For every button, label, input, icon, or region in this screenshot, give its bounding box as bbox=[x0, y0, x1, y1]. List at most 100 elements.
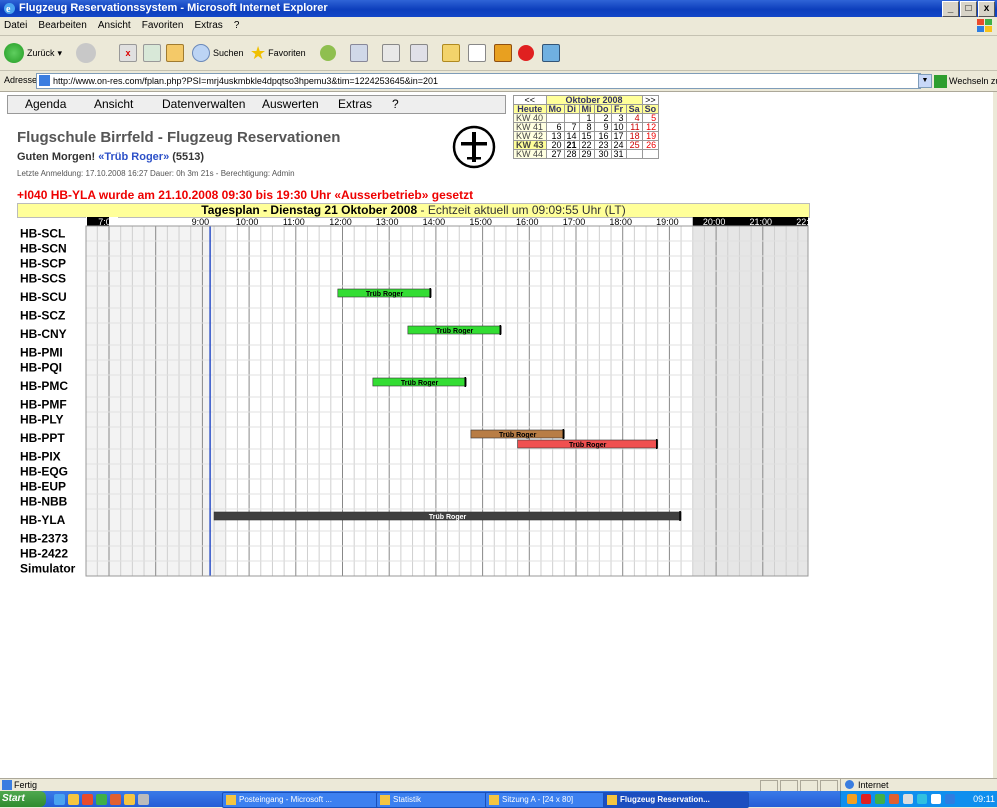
address-bar: Adresse http://www.on-res.com/fplan.php?… bbox=[0, 71, 997, 92]
aircraft-label[interactable]: HB-PPT bbox=[20, 431, 65, 445]
window-title: Flugzeug Reservationssystem - Microsoft … bbox=[19, 2, 328, 14]
task-label: Sitzung A - [24 x 80] bbox=[502, 795, 574, 804]
menu-datei[interactable]: Datei bbox=[0, 17, 31, 35]
quicklaunch-tool-icon[interactable] bbox=[110, 794, 121, 805]
quicklaunch-misc-icon[interactable] bbox=[138, 794, 149, 805]
aircraft-label[interactable]: HB-EQG bbox=[20, 465, 68, 479]
go-button[interactable]: Wechseln zu bbox=[934, 73, 997, 89]
tools-button[interactable] bbox=[542, 42, 560, 64]
go-label: Wechseln zu bbox=[949, 76, 997, 86]
back-button[interactable]: Zurück ▾ bbox=[4, 42, 62, 64]
aircraft-label[interactable]: HB-CNY bbox=[20, 327, 67, 341]
tray-icon[interactable] bbox=[847, 794, 857, 804]
search-label: Suchen bbox=[213, 48, 244, 58]
discuss-button[interactable] bbox=[494, 42, 512, 64]
page-icon bbox=[468, 44, 486, 62]
folder-icon bbox=[442, 44, 460, 62]
discuss-icon bbox=[494, 44, 512, 62]
browser-toolbar: Zurück ▾ x Suchen ★ Favoriten bbox=[0, 36, 997, 71]
aircraft-label[interactable]: HB-PMI bbox=[20, 346, 63, 360]
aircraft-label[interactable]: HB-SCL bbox=[20, 227, 65, 241]
aircraft-label[interactable]: HB-PQI bbox=[20, 361, 62, 375]
maximize-button[interactable]: □ bbox=[960, 1, 977, 17]
print-button[interactable] bbox=[382, 42, 400, 64]
favorites-button[interactable]: ★ Favoriten bbox=[250, 42, 306, 64]
window-titlebar[interactable]: e Flugzeug Reservationssystem - Microsof… bbox=[0, 0, 997, 17]
refresh-button[interactable] bbox=[143, 42, 161, 64]
menu-ansicht[interactable]: Ansicht bbox=[94, 17, 135, 35]
print-icon bbox=[382, 44, 400, 62]
task-sitzung[interactable]: Sitzung A - [24 x 80] bbox=[485, 792, 613, 808]
messenger-button[interactable] bbox=[518, 42, 534, 64]
menu-favoriten[interactable]: Favoriten bbox=[138, 17, 188, 35]
aircraft-label[interactable]: HB-2422 bbox=[20, 547, 68, 561]
mail-button[interactable] bbox=[350, 42, 368, 64]
back-arrow-icon bbox=[4, 43, 24, 63]
forward-arrow-icon bbox=[76, 43, 96, 63]
task-label: Flugzeug Reservation... bbox=[620, 795, 710, 804]
page-button[interactable] bbox=[468, 42, 486, 64]
aircraft-label[interactable]: HB-EUP bbox=[20, 480, 66, 494]
aircraft-label[interactable]: HB-PIX bbox=[20, 450, 61, 464]
refresh-icon bbox=[143, 44, 161, 62]
quicklaunch-app-icon[interactable] bbox=[82, 794, 93, 805]
aircraft-label[interactable]: HB-YLA bbox=[20, 513, 66, 527]
reservation-label: Trüb Roger bbox=[401, 380, 439, 387]
tray-icon[interactable] bbox=[875, 794, 885, 804]
tray-icon[interactable] bbox=[917, 794, 927, 804]
tray-icon[interactable] bbox=[861, 794, 871, 804]
globe-icon bbox=[845, 780, 854, 789]
aircraft-label[interactable]: HB-SCU bbox=[20, 290, 67, 304]
menu-bearbeiten[interactable]: Bearbeiten bbox=[34, 17, 90, 35]
edit-button[interactable] bbox=[410, 42, 428, 64]
menu-help[interactable]: ? bbox=[230, 17, 244, 35]
aircraft-label[interactable]: HB-SCN bbox=[20, 242, 67, 256]
quicklaunch-ie-icon[interactable] bbox=[54, 794, 65, 805]
stop-icon: x bbox=[119, 44, 137, 62]
aircraft-label[interactable]: Simulator bbox=[20, 562, 76, 576]
aircraft-label[interactable]: HB-PMF bbox=[20, 398, 67, 412]
browser-statusbar: Fertig Internet bbox=[0, 778, 997, 792]
quicklaunch-folder-icon[interactable] bbox=[68, 794, 79, 805]
history-button[interactable] bbox=[320, 42, 336, 64]
forward-button[interactable] bbox=[76, 42, 96, 64]
task-outlook[interactable]: Posteingang - Microsoft ... bbox=[222, 792, 390, 808]
task-statistik[interactable]: Statistik bbox=[376, 792, 494, 808]
stop-button[interactable]: x bbox=[119, 42, 137, 64]
home-button[interactable] bbox=[166, 42, 184, 64]
svg-text:e: e bbox=[6, 4, 11, 15]
terminal-icon bbox=[489, 795, 499, 805]
messenger-icon bbox=[518, 45, 534, 61]
vertical-scrollbar[interactable] bbox=[993, 92, 997, 778]
address-url: http://www.on-res.com/fplan.php?PSI=mrj4… bbox=[53, 76, 438, 86]
address-input[interactable]: http://www.on-res.com/fplan.php?PSI=mrj4… bbox=[36, 73, 921, 89]
start-button[interactable]: Start bbox=[0, 791, 46, 807]
quicklaunch-excel-icon[interactable] bbox=[96, 794, 107, 805]
minimize-button[interactable]: _ bbox=[942, 1, 959, 17]
tray-icon[interactable] bbox=[945, 794, 955, 804]
aircraft-label[interactable]: HB-SCS bbox=[20, 272, 66, 286]
search-button[interactable]: Suchen bbox=[192, 42, 244, 64]
aircraft-label[interactable]: HB-NBB bbox=[20, 495, 68, 509]
aircraft-label[interactable]: HB-2373 bbox=[20, 532, 68, 546]
go-arrow-icon bbox=[934, 75, 947, 89]
night-shading bbox=[692, 226, 808, 576]
folder-button[interactable] bbox=[442, 42, 460, 64]
task-label: Posteingang - Microsoft ... bbox=[239, 795, 332, 804]
aircraft-label[interactable]: HB-SCP bbox=[20, 257, 66, 271]
aircraft-label[interactable]: HB-PLY bbox=[20, 413, 64, 427]
aircraft-label[interactable]: HB-SCZ bbox=[20, 309, 65, 323]
tray-icon[interactable] bbox=[889, 794, 899, 804]
tray-icon[interactable] bbox=[903, 794, 913, 804]
aircraft-label[interactable]: HB-PMC bbox=[20, 379, 68, 393]
history-icon bbox=[320, 45, 336, 61]
tray-icon[interactable] bbox=[931, 794, 941, 804]
reservation-label: Trüb Roger bbox=[366, 291, 404, 298]
close-button[interactable]: x bbox=[978, 1, 995, 17]
task-flugzeug[interactable]: Flugzeug Reservation... bbox=[603, 792, 749, 808]
ie-logo-icon: e bbox=[4, 3, 15, 15]
search-icon bbox=[192, 44, 210, 62]
quicklaunch-files-icon[interactable] bbox=[124, 794, 135, 805]
menu-extras[interactable]: Extras bbox=[190, 17, 226, 35]
address-dropdown-icon[interactable]: ▼ bbox=[918, 74, 932, 88]
